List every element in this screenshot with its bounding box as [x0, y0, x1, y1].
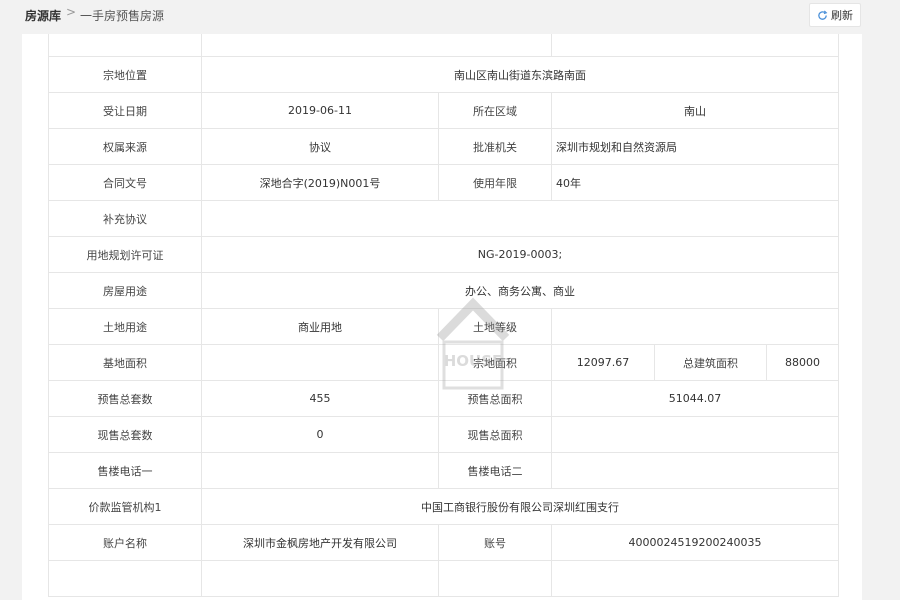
contract-no-value: 深地合字(2019)N001号: [201, 164, 439, 201]
land-use-value: 商业用地: [201, 308, 439, 345]
table-row: 预售总套数 455 预售总面积 51044.07: [48, 380, 839, 417]
table-row: 补充协议: [48, 200, 839, 237]
table-row: 土地用途 商业用地 土地等级: [48, 308, 839, 345]
cell-value: [201, 34, 552, 57]
presale-units-label: 预售总套数: [48, 380, 202, 417]
table-row: 用地规划许可证 NG-2019-0003;: [48, 236, 839, 273]
approval-authority-label: 批准机关: [438, 128, 552, 165]
approval-authority-value: 深圳市规划和自然资源局: [551, 128, 839, 165]
house-use-value: 办公、商务公寓、商业: [201, 272, 839, 309]
top-bar: 房源库 > 一手房预售房源 刷新: [0, 0, 900, 28]
transfer-date-value: 2019-06-11: [201, 92, 439, 129]
breadcrumb-root[interactable]: 房源库: [25, 7, 61, 24]
detail-panel: 宗地位置 南山区南山街道东滨路南面 受让日期 2019-06-11 所在区域 南…: [22, 34, 862, 600]
supplement-value: [201, 200, 839, 237]
base-area-value: [201, 344, 439, 381]
account-no-label: 账号: [438, 524, 552, 561]
table-row: 受让日期 2019-06-11 所在区域 南山: [48, 92, 839, 129]
ownership-source-value: 协议: [201, 128, 439, 165]
presale-area-label: 预售总面积: [438, 380, 552, 417]
current-area-label: 现售总面积: [438, 416, 552, 453]
district-value: 南山: [551, 92, 839, 129]
cell-value: [551, 560, 839, 597]
cell-label: [48, 34, 202, 57]
cell-value: [551, 34, 839, 57]
breadcrumb-current: 一手房预售房源: [80, 9, 165, 23]
table-row: 基地面积 宗地面积 12097.67 总建筑面积 88000: [48, 344, 839, 381]
refresh-icon: [818, 10, 828, 20]
escrow-label: 价款监管机构1: [48, 488, 202, 525]
refresh-button[interactable]: 刷新: [809, 3, 861, 27]
land-permit-label: 用地规划许可证: [48, 236, 202, 273]
table-row: 账户名称 深圳市金枫房地产开发有限公司 账号 40000245192002400…: [48, 524, 839, 561]
account-no-value: 4000024519200240035: [551, 524, 839, 561]
current-units-value: 0: [201, 416, 439, 453]
sales-phone2-label: 售楼电话二: [438, 452, 552, 489]
table-row: 现售总套数 0 现售总面积: [48, 416, 839, 453]
land-use-label: 土地用途: [48, 308, 202, 345]
current-units-label: 现售总套数: [48, 416, 202, 453]
total-floor-area-label: 总建筑面积: [654, 344, 767, 381]
house-use-label: 房屋用途: [48, 272, 202, 309]
sales-phone1-label: 售楼电话一: [48, 452, 202, 489]
land-location-value: 南山区南山街道东滨路南面: [201, 56, 839, 93]
table-row: 价款监管机构1 中国工商银行股份有限公司深圳红围支行: [48, 488, 839, 525]
refresh-label: 刷新: [831, 9, 853, 22]
parcel-area-label: 宗地面积: [438, 344, 552, 381]
parcel-area-value: 12097.67: [551, 344, 655, 381]
presale-units-value: 455: [201, 380, 439, 417]
transfer-date-label: 受让日期: [48, 92, 202, 129]
cell-label: [48, 560, 202, 597]
escrow-value: 中国工商银行股份有限公司深圳红围支行: [201, 488, 839, 525]
ownership-source-label: 权属来源: [48, 128, 202, 165]
table-row: 合同文号 深地合字(2019)N001号 使用年限 40年: [48, 164, 839, 201]
table-row: 房屋用途 办公、商务公寓、商业: [48, 272, 839, 309]
land-permit-value: NG-2019-0003;: [201, 236, 839, 273]
account-name-value: 深圳市金枫房地产开发有限公司: [201, 524, 439, 561]
land-grade-label: 土地等级: [438, 308, 552, 345]
sales-phone1-value: [201, 452, 439, 489]
account-name-label: 账户名称: [48, 524, 202, 561]
contract-no-label: 合同文号: [48, 164, 202, 201]
total-floor-area-value: 88000: [766, 344, 839, 381]
current-area-value: [551, 416, 839, 453]
table-row: [48, 34, 839, 57]
land-grade-value: [551, 308, 839, 345]
table-row: [48, 560, 839, 597]
cell-value: [201, 560, 439, 597]
sales-phone2-value: [551, 452, 839, 489]
usage-period-value: 40年: [551, 164, 839, 201]
table-row: 售楼电话一 售楼电话二: [48, 452, 839, 489]
usage-period-label: 使用年限: [438, 164, 552, 201]
district-label: 所在区域: [438, 92, 552, 129]
property-detail-table: 宗地位置 南山区南山街道东滨路南面 受让日期 2019-06-11 所在区域 南…: [48, 34, 839, 597]
table-row: 宗地位置 南山区南山街道东滨路南面: [48, 56, 839, 93]
breadcrumb-separator: >: [66, 5, 77, 19]
supplement-label: 补充协议: [48, 200, 202, 237]
base-area-label: 基地面积: [48, 344, 202, 381]
cell-label: [438, 560, 552, 597]
table-row: 权属来源 协议 批准机关 深圳市规划和自然资源局: [48, 128, 839, 165]
presale-area-value: 51044.07: [551, 380, 839, 417]
land-location-label: 宗地位置: [48, 56, 202, 93]
